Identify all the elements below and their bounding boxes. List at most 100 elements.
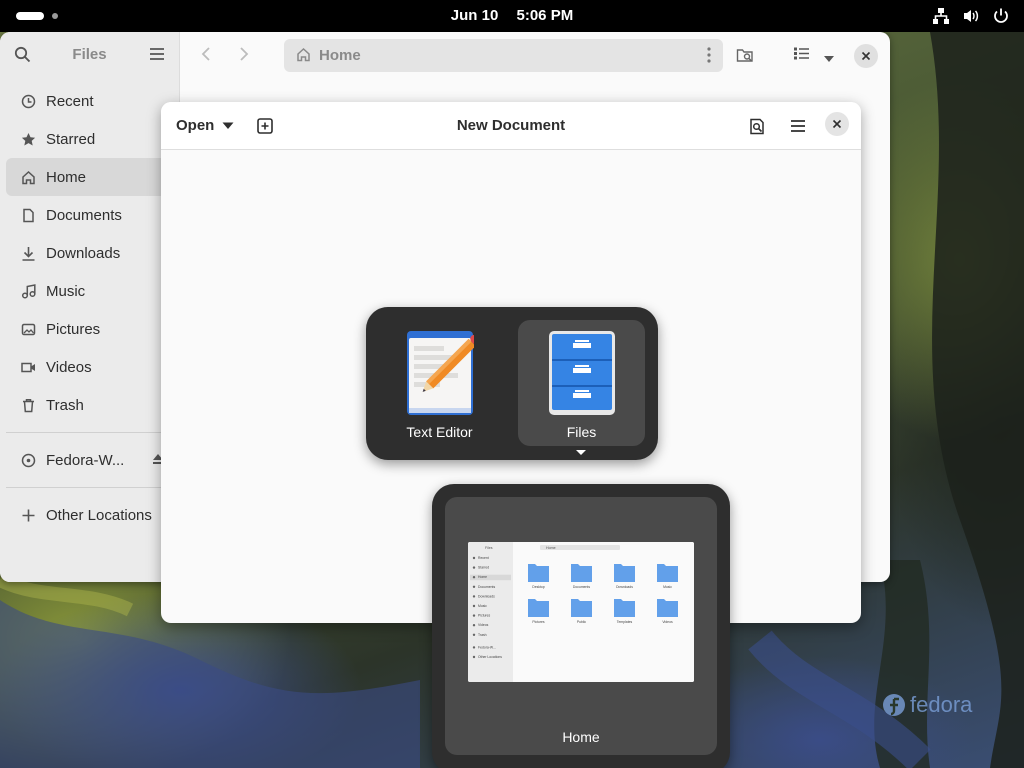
document-icon <box>20 207 36 223</box>
thumbnail-folder-label: Public <box>577 620 587 624</box>
thumbnail-folder-icon <box>528 564 549 582</box>
sidebar-item-other-locations[interactable]: Other Locations <box>6 496 173 534</box>
thumbnail-folder-icon <box>528 599 549 617</box>
files-sidebar: Files Recent Starred Home Documents Down… <box>0 32 180 582</box>
back-arrow-icon[interactable] <box>200 46 212 67</box>
plus-icon <box>20 507 36 523</box>
files-app-icon <box>549 331 615 415</box>
thumbnail-sidebar-label: Downloads <box>478 594 495 598</box>
trash-icon <box>20 397 36 413</box>
thumbnail-folder-label: Downloads <box>616 585 633 589</box>
clock[interactable]: Jun 10 5:06 PM <box>0 7 1024 24</box>
list-view-icon[interactable] <box>793 46 810 66</box>
thumbnail-sidebar-label: Home <box>478 575 487 579</box>
switcher-app-label: Files <box>566 424 597 440</box>
sidebar-item-fedora-volume[interactable]: Fedora-W... <box>6 441 173 479</box>
switcher-app-label: Text Editor <box>406 424 473 440</box>
thumbnail-folder-icon <box>571 599 592 617</box>
window-thumbnail: Files Home Recent Starred Home Documents Dow… <box>468 542 694 682</box>
find-in-page-icon[interactable] <box>749 118 766 140</box>
video-icon <box>20 359 36 375</box>
sidebar-item-label: Documents <box>46 206 122 224</box>
sidebar-item-label: Recent <box>46 92 94 110</box>
clock-date: Jun 10 <box>450 7 499 24</box>
switcher-app-text-editor[interactable]: Text Editor <box>376 320 503 446</box>
sidebar-item-music[interactable]: Music <box>6 272 173 310</box>
sidebar-item-label: Home <box>46 168 87 186</box>
location-bar[interactable]: Home <box>284 39 723 72</box>
thumbnail-sidebar-label: Music <box>478 604 487 608</box>
picture-icon <box>20 321 36 337</box>
top-bar: Jun 10 5:06 PM <box>0 0 1024 32</box>
sidebar-item-label: Music <box>46 282 86 300</box>
switcher-app-files[interactable]: Files <box>518 320 645 446</box>
sidebar-item-label: Videos <box>46 358 92 376</box>
svg-text:Home: Home <box>546 546 556 550</box>
fedora-wordmark: fedora <box>910 692 973 717</box>
hamburger-menu-icon[interactable] <box>149 47 165 66</box>
sidebar-item-label: Trash <box>46 396 84 414</box>
sidebar-item-label: Fedora-W... <box>46 451 125 469</box>
power-icon <box>992 7 1010 25</box>
thumbnail-folder-label: Desktop <box>532 585 545 589</box>
close-button[interactable] <box>854 44 878 68</box>
clock-time: 5:06 PM <box>516 7 574 24</box>
sidebar-item-label: Pictures <box>46 320 101 338</box>
sidebar-item-videos[interactable]: Videos <box>6 348 173 386</box>
download-icon <box>20 245 36 261</box>
thumbnail-sidebar-label: Other Locations <box>478 655 502 659</box>
close-button[interactable] <box>825 112 849 136</box>
thumbnail-sidebar-label: Starred <box>478 566 489 570</box>
sidebar-item-label: Starred <box>46 130 96 148</box>
volume-icon <box>962 7 980 25</box>
home-icon <box>20 169 36 185</box>
sidebar-header: Files <box>0 32 179 78</box>
thumbnail-sidebar-label: Fedora-W... <box>478 645 496 649</box>
thumbnail-folder-icon <box>614 564 635 582</box>
window-preview-popup: Files Home Recent Starred Home Documents Dow… <box>432 484 730 768</box>
editor-headerbar: Open New Document <box>161 102 861 150</box>
home-icon <box>296 47 311 67</box>
hamburger-menu-icon[interactable] <box>790 119 806 138</box>
location-label: Home <box>319 47 361 64</box>
thumbnail-folder-label: Music <box>663 585 672 589</box>
sidebar-item-recent[interactable]: Recent <box>6 82 173 120</box>
thumbnail-folder-label: Videos <box>662 620 673 624</box>
forward-arrow-icon[interactable] <box>238 46 250 67</box>
kebab-menu-icon[interactable] <box>707 47 711 68</box>
thumbnail-folder-icon <box>657 599 678 617</box>
window-preview-item[interactable]: Files Home Recent Starred Home Documents Dow… <box>445 497 717 755</box>
disc-icon <box>20 452 36 468</box>
files-headerbar: Home <box>180 32 890 78</box>
thumbnail-folder-icon <box>571 564 592 582</box>
thumbnail-folder-icon <box>614 599 635 617</box>
chevron-down-icon[interactable] <box>823 50 835 68</box>
thumbnail-folder-label: Documents <box>573 585 590 589</box>
sidebar-item-documents[interactable]: Documents <box>6 196 173 234</box>
text-editor-app-icon <box>407 331 474 415</box>
thumbnail-sidebar-label: Videos <box>478 623 489 627</box>
clock-icon <box>20 93 36 109</box>
network-icon <box>932 7 950 25</box>
window-preview-label: Home <box>562 729 600 745</box>
sidebar-item-downloads[interactable]: Downloads <box>6 234 173 272</box>
sidebar-places: Recent Starred Home Documents Downloads … <box>0 78 179 534</box>
system-menu[interactable] <box>932 7 1010 25</box>
thumbnail-sidebar-label: Pictures <box>478 614 491 618</box>
sidebar-item-trash[interactable]: Trash <box>6 386 173 424</box>
thumbnail-folder-label: Templates <box>617 620 633 624</box>
sidebar-divider <box>6 432 173 433</box>
star-icon <box>20 131 36 147</box>
thumbnail-sidebar-label: Recent <box>478 556 489 560</box>
thumbnail-folder-icon <box>657 564 678 582</box>
svg-text:Files: Files <box>485 546 493 550</box>
sidebar-item-home[interactable]: Home <box>6 158 173 196</box>
sidebar-item-label: Downloads <box>46 244 121 262</box>
thumbnail-sidebar-label: Trash <box>478 633 487 637</box>
caret-down-icon <box>576 450 586 455</box>
thumbnail-folder-label: Pictures <box>532 620 545 624</box>
folder-search-icon[interactable] <box>736 46 754 69</box>
sidebar-item-pictures[interactable]: Pictures <box>6 310 173 348</box>
thumbnail-sidebar-label: Documents <box>478 585 495 589</box>
sidebar-item-starred[interactable]: Starred <box>6 120 173 158</box>
